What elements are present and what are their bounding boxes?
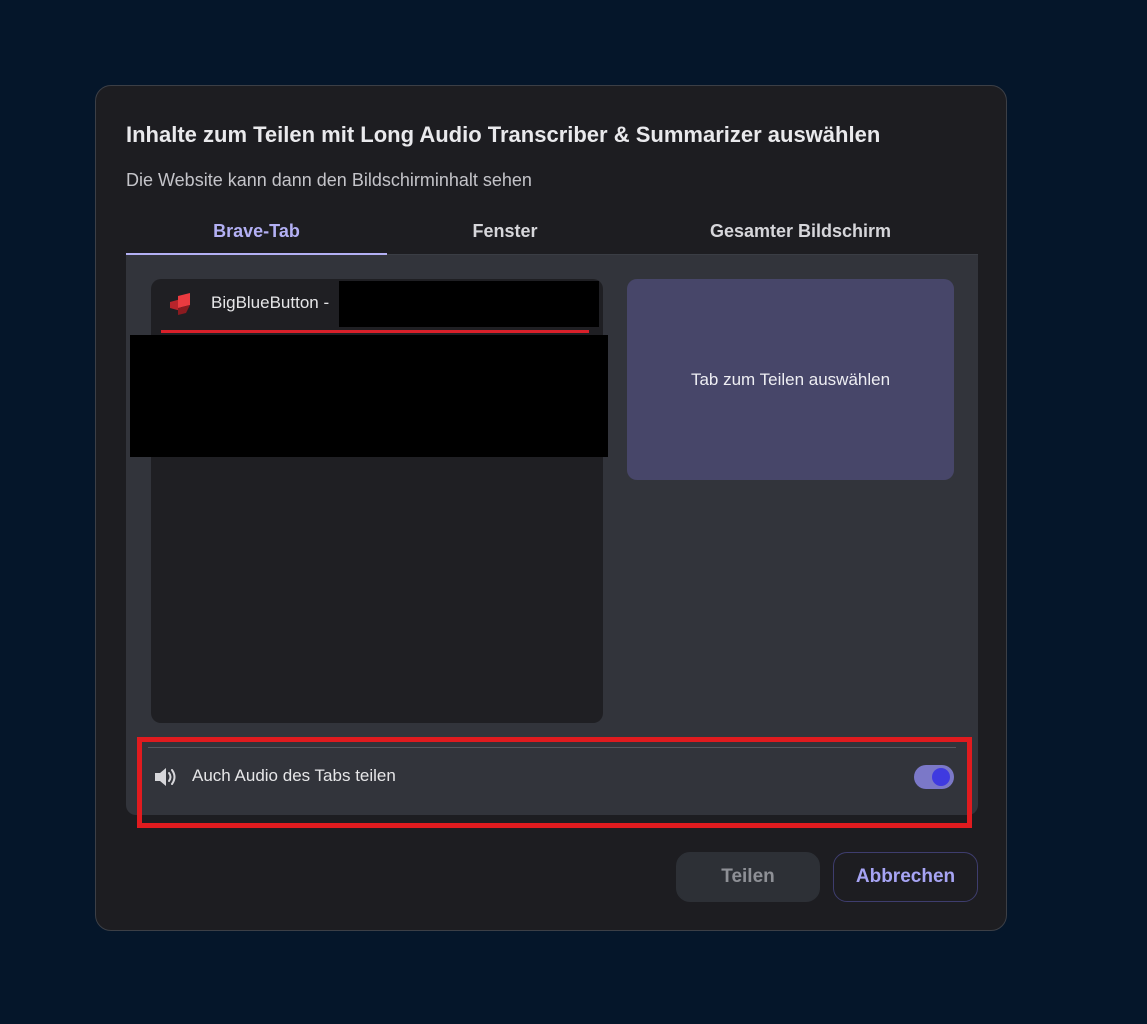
tab-entire-screen[interactable]: Gesamter Bildschirm <box>623 208 978 254</box>
share-audio-row: Auch Audio des Tabs teilen <box>148 747 956 816</box>
speaker-icon <box>152 764 178 790</box>
tab-window[interactable]: Fenster <box>387 208 623 254</box>
source-tabs: Brave-Tab Fenster Gesamter Bildschirm <box>126 208 978 256</box>
dialog-title: Inhalte zum Teilen mit Long Audio Transc… <box>126 122 881 147</box>
preview-area: Tab zum Teilen auswählen <box>627 279 954 480</box>
redaction-block <box>130 335 608 457</box>
toggle-knob <box>932 768 950 786</box>
share-button[interactable]: Teilen <box>676 852 820 902</box>
tab-title: BigBlueButton - <box>211 293 330 312</box>
cancel-button[interactable]: Abbrechen <box>833 852 978 902</box>
selection-underline <box>161 330 589 333</box>
dialog-subtitle: Die Website kann dann den Bildschirminha… <box>126 170 532 190</box>
list-item[interactable]: BigBlueButton - <box>151 279 603 333</box>
share-dialog: Inhalte zum Teilen mit Long Audio Transc… <box>95 85 1007 931</box>
share-audio-label: Auch Audio des Tabs teilen <box>192 766 396 785</box>
preview-placeholder: Tab zum Teilen auswählen <box>690 369 891 389</box>
tab-brave-tab[interactable]: Brave-Tab <box>126 208 387 256</box>
redaction-bar <box>339 281 599 327</box>
share-audio-toggle[interactable] <box>914 765 954 789</box>
bigbluebutton-favicon-icon <box>169 293 193 315</box>
